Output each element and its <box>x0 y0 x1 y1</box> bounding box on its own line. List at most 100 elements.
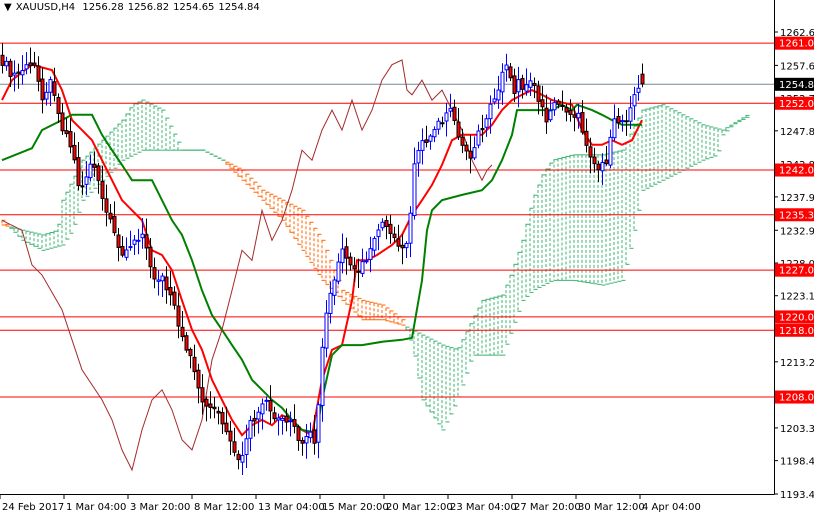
span-b-mark <box>565 279 570 281</box>
bear-candle <box>164 266 169 304</box>
span-b-mark <box>145 149 150 151</box>
price-tick-label: 1232.90 <box>780 226 814 237</box>
span-a-mark <box>745 114 750 116</box>
span-a-mark <box>561 157 566 159</box>
span-b-mark <box>233 165 238 167</box>
span-b-mark <box>617 280 622 282</box>
span-b-mark <box>245 173 250 175</box>
span-b-mark <box>125 157 130 159</box>
candle-body <box>396 238 401 247</box>
span-b-mark <box>473 354 478 356</box>
span-b-mark <box>205 151 210 153</box>
span-b-mark <box>237 167 242 169</box>
price-tick-label: 1213.20 <box>780 358 814 369</box>
candle-body <box>204 398 209 407</box>
bear-candle <box>216 406 221 425</box>
bull-candle <box>436 117 441 135</box>
candle-body <box>556 100 561 105</box>
ohlc-open: 1256.28 <box>82 2 124 13</box>
span-b-mark <box>637 209 642 211</box>
candle-body <box>528 80 533 88</box>
candle-body <box>156 279 161 282</box>
span-a-mark <box>573 154 578 156</box>
candle-body <box>108 212 113 220</box>
span-a-mark <box>173 133 178 135</box>
span-b-mark <box>609 282 614 284</box>
span-b-mark <box>677 171 682 173</box>
candle-body <box>40 78 45 101</box>
bull-candle <box>304 424 309 459</box>
candle-body <box>360 261 365 274</box>
bear-candle <box>392 226 397 243</box>
span-a-mark <box>313 267 318 269</box>
candle-body <box>392 233 397 239</box>
bear-candle <box>348 252 353 271</box>
candle-body <box>172 291 177 306</box>
candle-body <box>128 246 133 249</box>
candle-body <box>52 81 57 96</box>
span-a-mark <box>233 171 238 173</box>
span-b-mark <box>309 221 314 223</box>
ohlc-low: 1254.65 <box>173 2 215 13</box>
time-tick-label: 24 Feb 2017 <box>2 502 64 513</box>
span-a-mark <box>485 298 490 300</box>
span-b-mark <box>293 205 298 207</box>
span-a-mark <box>425 336 430 338</box>
bear-candle <box>468 134 473 174</box>
bull-candle <box>12 60 17 92</box>
span-b-mark <box>633 229 638 231</box>
candle-body <box>104 198 109 213</box>
span-b-mark <box>745 116 750 118</box>
span-b-mark <box>445 421 450 423</box>
bull-candle <box>240 441 245 475</box>
dropdown-triangle-icon[interactable]: ▼ <box>4 2 12 13</box>
bear-candle <box>36 56 41 92</box>
price-chart[interactable]: 1262.601257.601252.701247.801242.801237.… <box>0 0 814 514</box>
span-a-mark <box>145 101 150 103</box>
span-b-mark <box>713 155 718 157</box>
bull-candle <box>612 104 617 142</box>
chart-window[interactable]: 1262.601257.601252.701247.801242.801237.… <box>0 0 814 514</box>
candle-body <box>60 112 65 132</box>
candle-body <box>452 106 457 122</box>
span-a-mark <box>289 231 294 233</box>
span-b-mark <box>669 175 674 177</box>
span-a-mark <box>237 175 242 177</box>
span-a-mark <box>449 347 454 349</box>
span-b-mark <box>733 123 738 125</box>
span-b-mark <box>305 215 310 217</box>
candle-body <box>428 135 433 142</box>
candle-body <box>352 265 357 270</box>
bull-candle <box>336 253 341 285</box>
span-b-mark <box>421 399 426 401</box>
span-b-mark <box>33 245 38 247</box>
candle-body <box>432 129 437 138</box>
span-b-mark <box>393 313 398 315</box>
span-a-mark <box>305 255 310 257</box>
span-b-mark <box>269 193 274 195</box>
candle-body <box>228 430 233 442</box>
candle-body <box>240 455 245 463</box>
span-a-mark <box>621 149 626 151</box>
span-b-mark <box>493 354 498 356</box>
span-a-mark <box>489 297 494 299</box>
candle-body <box>404 242 409 249</box>
span-b-mark <box>61 244 66 246</box>
bull-candle <box>500 63 505 105</box>
bull-candle <box>476 124 481 149</box>
span-b-mark <box>673 173 678 175</box>
span-b-mark <box>253 181 258 183</box>
span-b-mark <box>653 183 658 185</box>
candle-body <box>472 147 477 159</box>
candle-body <box>420 140 425 151</box>
candle-body <box>544 107 549 123</box>
candle-body <box>220 412 225 425</box>
candle-body <box>564 107 569 113</box>
bear-candle <box>176 292 181 339</box>
candle-body <box>372 237 377 251</box>
bear-candle <box>604 145 609 166</box>
bull-candle <box>124 237 129 261</box>
bear-candle <box>0 43 5 74</box>
candle-body <box>384 220 389 228</box>
span-a-mark <box>525 223 530 225</box>
